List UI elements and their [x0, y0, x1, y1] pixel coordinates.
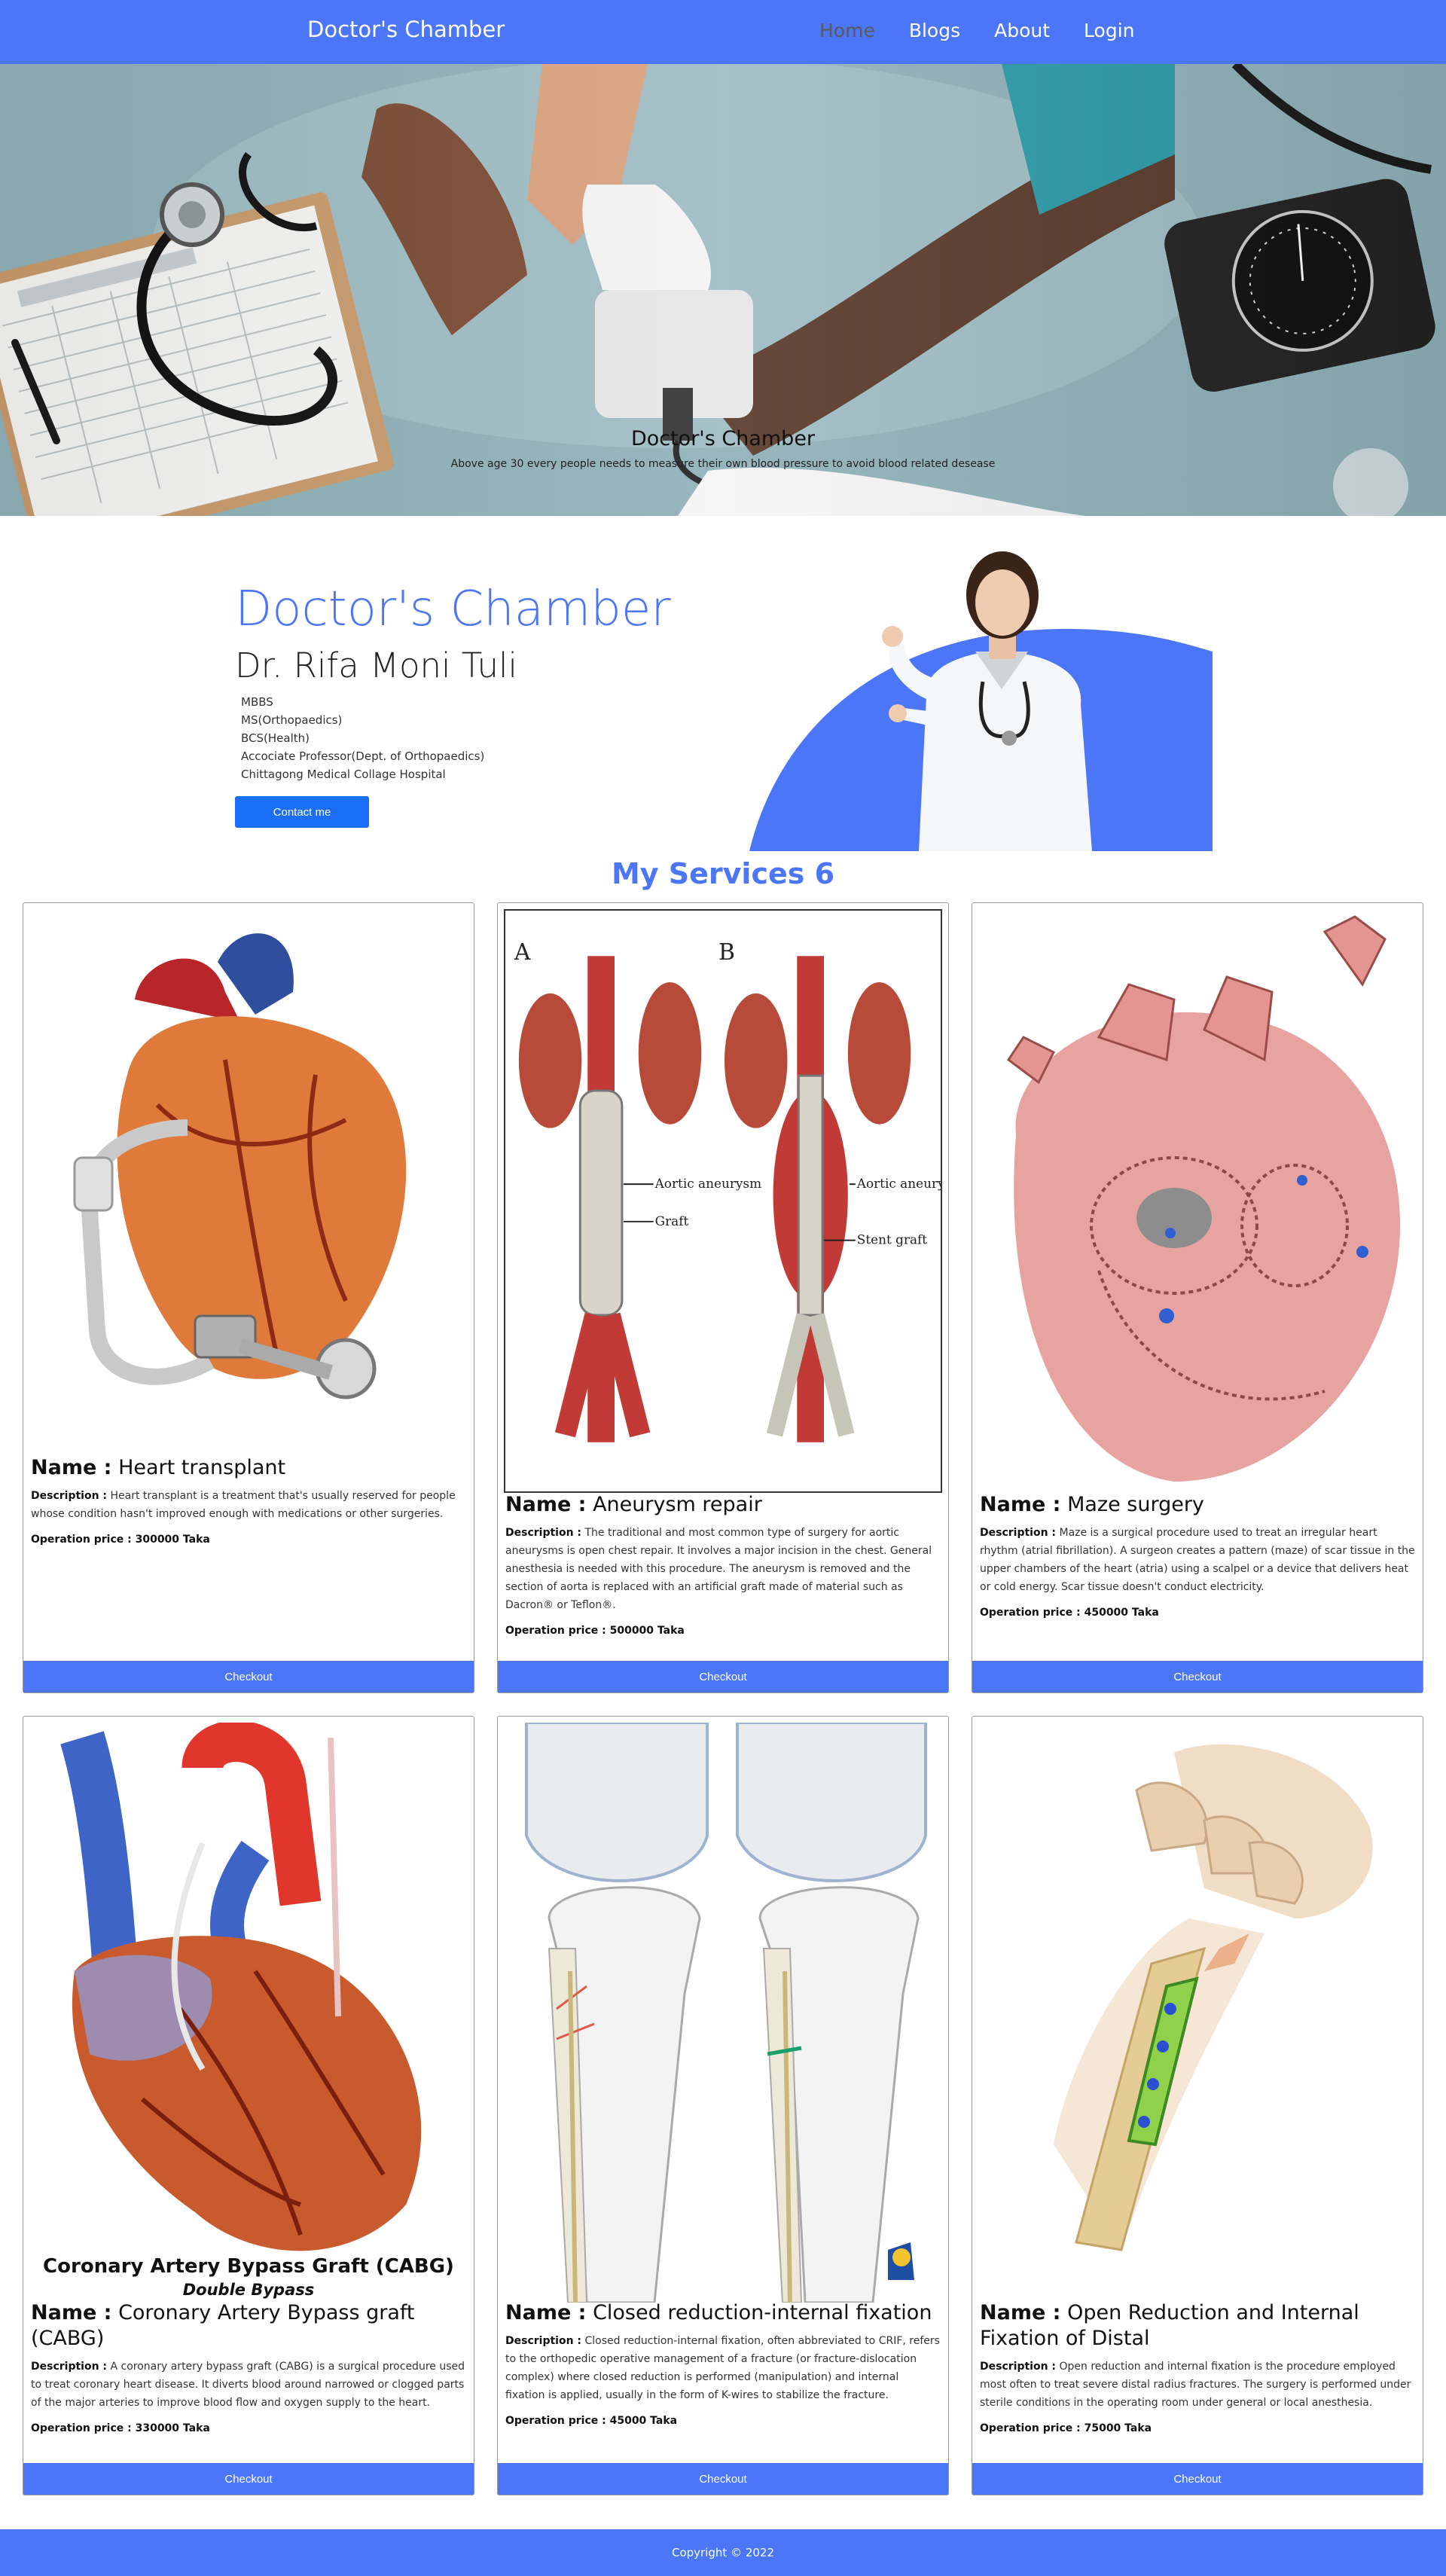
- top-navbar: Doctor's Chamber Home Blogs About Login: [0, 0, 1446, 64]
- svg-text:Aortic aneurysm: Aortic aneurysm: [654, 1176, 761, 1191]
- checkout-button[interactable]: Checkout: [498, 1661, 948, 1692]
- svg-text:Coronary Artery Bypass Graft (: Coronary Artery Bypass Graft (CABG): [43, 2255, 454, 2278]
- services-grid: Name : Heart transplant Description : He…: [0, 902, 1446, 2537]
- copyright-text: Copyright © 2022: [671, 2546, 774, 2559]
- service-description: Description : Closed reduction-internal …: [505, 2335, 940, 2401]
- distal-fixation-image: [978, 1723, 1417, 2303]
- brand-logo[interactable]: Doctor's Chamber: [307, 17, 505, 42]
- svg-text:Aortic aneurysm: Aortic aneurysm: [856, 1176, 942, 1191]
- service-name: Name : Aneurysm repair: [505, 1493, 762, 1516]
- service-description: Description : Maze is a surgical procedu…: [980, 1527, 1415, 1593]
- checkout-button[interactable]: Checkout: [23, 1661, 474, 1692]
- service-name: Name : Closed reduction-internal fixatio…: [505, 2301, 932, 2324]
- service-description: Description : The traditional and most c…: [505, 1527, 932, 1611]
- service-description: Description : Heart transplant is a trea…: [31, 1490, 456, 1520]
- service-price: Operation price : 75000 Taka: [980, 2422, 1152, 2434]
- service-description: Description : Open reduction and interna…: [980, 2361, 1411, 2409]
- qualification-item: Chittagong Medical Collage Hospital: [241, 768, 446, 781]
- checkout-button[interactable]: Checkout: [972, 1661, 1423, 1692]
- service-card: A B Aortic aneurysm Graft Aortic aneurys…: [497, 902, 949, 1693]
- hero-subtitle: Above age 30 every people needs to measu…: [450, 458, 996, 470]
- qualification-item: MS(Orthopaedics): [241, 713, 343, 727]
- maze-surgery-image: [978, 909, 1417, 1493]
- aneurysm-repair-image: A B Aortic aneurysm Graft Aortic aneurys…: [504, 909, 942, 1493]
- doctor-portrait: [749, 551, 1213, 851]
- service-description: Description : A coronary artery bypass g…: [31, 2361, 465, 2409]
- service-price: Operation price : 45000 Taka: [505, 2415, 678, 2427]
- service-price: Operation price : 450000 Taka: [980, 1607, 1159, 1619]
- svg-text:B: B: [718, 939, 735, 966]
- svg-text:Double Bypass: Double Bypass: [183, 2281, 315, 2299]
- nav-links: Home Blogs About Login: [819, 20, 1135, 41]
- doctor-name: Dr. Rifa Moni Tuli: [235, 646, 517, 685]
- service-price: Operation price : 300000 Taka: [31, 1534, 210, 1546]
- svg-text:Stent graft: Stent graft: [857, 1232, 928, 1247]
- service-card: Name : Open Reduction and Internal Fixat…: [972, 1716, 1423, 2495]
- services-title: My Services 6: [611, 857, 835, 890]
- nav-blogs[interactable]: Blogs: [909, 20, 960, 41]
- service-card: Coronary Artery Bypass Graft (CABG) Doub…: [23, 1716, 474, 2495]
- nav-about[interactable]: About: [994, 20, 1050, 41]
- cabg-image: Coronary Artery Bypass Graft (CABG) Doub…: [29, 1723, 468, 2303]
- hero-title: Doctor's Chamber: [630, 427, 816, 450]
- service-name: Name : Heart transplant: [31, 1456, 286, 1479]
- service-card: Name : Heart transplant Description : He…: [23, 902, 474, 1693]
- heart-transplant-image: [29, 909, 468, 1455]
- doctor-profile: Doctor's Chamber Dr. Rifa Moni Tuli MBBS…: [0, 516, 1446, 851]
- qualification-item: Accociate Professor(Dept. of Orthopaedic…: [241, 749, 485, 763]
- service-card: Name : Closed reduction-internal fixatio…: [497, 1716, 949, 2495]
- service-name: Name : Open Reduction and Internal Fixat…: [980, 2301, 1359, 2350]
- service-card: Name : Maze surgery Description : Maze i…: [972, 902, 1423, 1693]
- checkout-button[interactable]: Checkout: [498, 2463, 948, 2495]
- checkout-button[interactable]: Checkout: [23, 2463, 474, 2495]
- closed-reduction-image: [504, 1723, 942, 2303]
- hero-banner: Doctor's Chamber Above age 30 every peop…: [0, 64, 1446, 516]
- hero-caption: Doctor's Chamber Above age 30 every peop…: [0, 427, 1446, 470]
- svg-text:A: A: [514, 939, 531, 966]
- qualification-item: BCS(Health): [241, 731, 310, 745]
- page-footer: Copyright © 2022: [0, 2529, 1446, 2576]
- service-name: Name : Coronary Artery Bypass graft (CAB…: [31, 2301, 415, 2350]
- contact-me-button[interactable]: Contact me: [235, 796, 369, 828]
- service-name: Name : Maze surgery: [980, 1493, 1204, 1516]
- service-price: Operation price : 330000 Taka: [31, 2422, 210, 2434]
- nav-login[interactable]: Login: [1084, 20, 1134, 41]
- checkout-button[interactable]: Checkout: [972, 2463, 1423, 2495]
- service-price: Operation price : 500000 Taka: [505, 1625, 685, 1637]
- qualifications-list: MBBS MS(Orthopaedics) BCS(Health) Accoci…: [241, 693, 484, 783]
- svg-text:Graft: Graft: [655, 1213, 689, 1228]
- profile-title: Doctor's Chamber: [235, 581, 671, 637]
- nav-home[interactable]: Home: [819, 20, 875, 41]
- qualification-item: MBBS: [241, 695, 273, 709]
